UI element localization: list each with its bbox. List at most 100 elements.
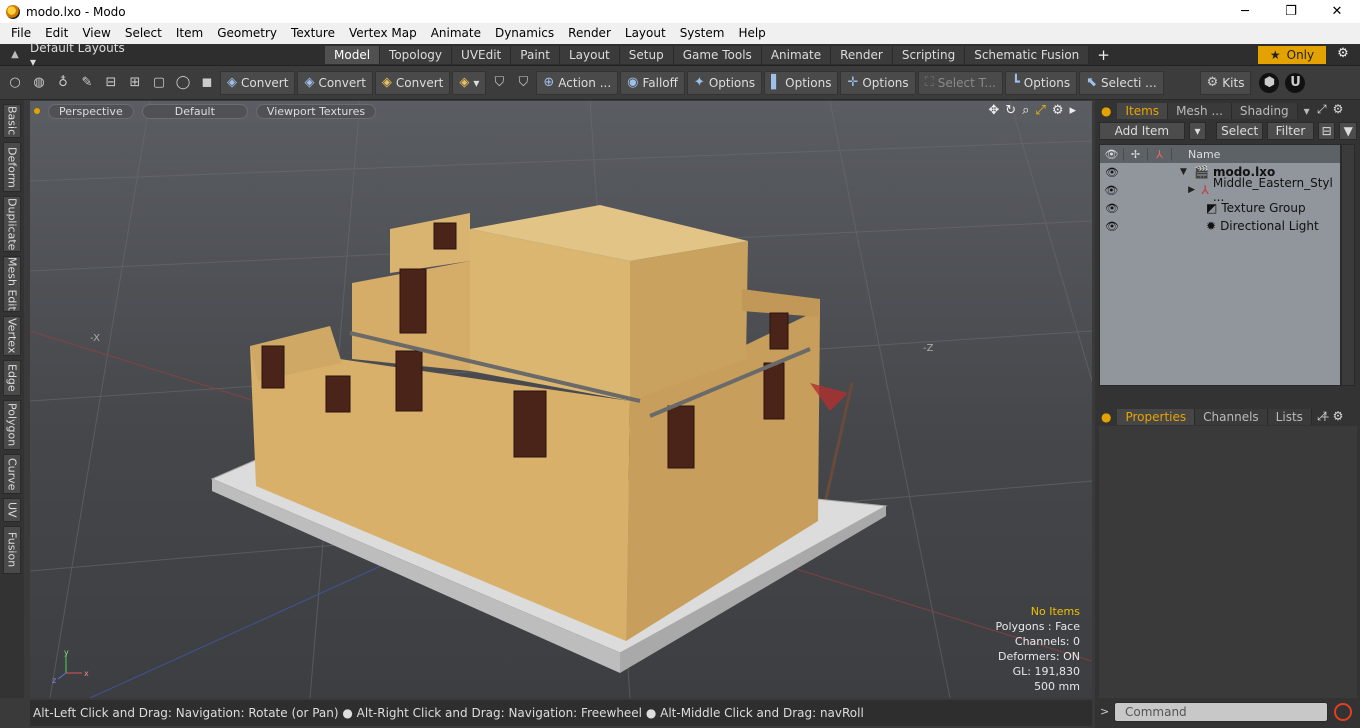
shield-icon[interactable]: ⛉ <box>488 71 510 95</box>
expand-icon[interactable]: ▶ <box>1188 185 1197 195</box>
options-button-3[interactable]: ✛ Options <box>840 70 916 95</box>
tab-render[interactable]: Render <box>831 46 893 64</box>
vtab-uv[interactable]: UV <box>3 498 21 522</box>
selection-sets-button[interactable]: ⬉ Selecti ... <box>1079 70 1164 95</box>
pan-icon[interactable]: ✥ <box>988 103 999 118</box>
minimize-button[interactable]: ─ <box>1222 0 1268 23</box>
component-mode-dropdown[interactable]: ◈ ▾ <box>452 70 487 95</box>
vtab-fusion[interactable]: Fusion <box>3 526 21 574</box>
falloff-button[interactable]: ◉ Falloff <box>620 70 685 95</box>
tab-shading[interactable]: Shading <box>1231 103 1298 119</box>
panel-gear-icon[interactable]: ⚙ <box>1333 409 1344 424</box>
convert-button-1[interactable]: ◈ Convert <box>220 70 296 95</box>
square-icon[interactable]: ▢ <box>148 71 170 95</box>
zoom-icon[interactable]: ⌕ <box>1022 103 1029 118</box>
action-center-button[interactable]: ⊕ Action ... <box>536 70 619 95</box>
options-button-4[interactable]: ┗ Options <box>1004 70 1078 95</box>
tab-paint[interactable]: Paint <box>511 46 560 64</box>
tab-mesh[interactable]: Mesh ... <box>1168 103 1232 119</box>
eye-icon[interactable]: 👁 <box>1100 184 1123 197</box>
name-column-header[interactable]: Name <box>1172 148 1220 161</box>
record-icon[interactable] <box>1334 703 1352 721</box>
vtab-duplicate[interactable]: Duplicate <box>3 196 21 252</box>
panel-gear-icon[interactable]: ⚙ <box>1333 102 1344 117</box>
tab-topology[interactable]: Topology <box>380 46 453 64</box>
gear-icon[interactable]: ⚙ <box>1333 46 1353 64</box>
default-layouts-dropdown[interactable]: Default Layouts ▾ <box>30 41 130 69</box>
tab-setup[interactable]: Setup <box>619 46 674 64</box>
collapse-icon[interactable]: ⊟ <box>1317 122 1336 140</box>
eye-icon[interactable]: 👁 <box>1100 202 1124 215</box>
tab-uvedit[interactable]: UVEdit <box>452 46 512 64</box>
viewport-textures-dropdown[interactable]: Viewport Textures <box>255 103 377 119</box>
list-item[interactable]: 👁 ◩ Texture Group <box>1100 199 1340 217</box>
view-type-dropdown[interactable]: Perspective <box>48 103 134 119</box>
vtab-curve[interactable]: Curve <box>3 454 21 494</box>
circle-select-icon[interactable]: ○ <box>4 71 26 95</box>
menu-system[interactable]: System <box>673 23 732 44</box>
select-button[interactable]: Select <box>1216 122 1264 140</box>
item-list-scrollbar[interactable] <box>1341 144 1355 386</box>
shield-alt-icon[interactable]: ⛉ <box>512 71 534 95</box>
vtab-mesh-edit[interactable]: Mesh Edit <box>3 256 21 312</box>
globe-icon[interactable]: ◍ <box>28 71 50 95</box>
options-button-2[interactable]: ▌ Options <box>764 70 839 95</box>
menu-geometry[interactable]: Geometry <box>210 23 284 44</box>
kits-button[interactable]: ⚙ Kits <box>1199 70 1252 95</box>
unity-icon[interactable]: ⬢ <box>1259 72 1280 93</box>
tab-layout[interactable]: Layout <box>559 46 620 64</box>
close-button[interactable]: ✕ <box>1314 0 1360 23</box>
rotate-icon[interactable]: ↻ <box>1005 103 1016 118</box>
sphere-icon[interactable]: ◯ <box>172 71 194 95</box>
unreal-icon[interactable]: U <box>1285 72 1306 93</box>
tab-items[interactable]: Items <box>1117 103 1169 119</box>
expand-panel-icon[interactable]: ⤢ <box>1317 409 1327 424</box>
convert-button-3[interactable]: ◈ Convert <box>374 70 451 95</box>
shading-mode-dropdown[interactable]: Default <box>141 103 248 119</box>
collapse-up-icon[interactable]: ▲ <box>0 49 30 60</box>
tab-game-tools[interactable]: Game Tools <box>673 46 762 64</box>
menu-animate[interactable]: Animate <box>424 23 488 44</box>
cube-icon[interactable]: ◼ <box>196 71 218 95</box>
vtab-vertex[interactable]: Vertex <box>3 316 21 356</box>
chevron-down-icon[interactable]: ▾ <box>1298 104 1316 118</box>
tab-properties[interactable]: Properties <box>1117 409 1196 425</box>
add-item-dropdown-icon[interactable]: ▾ <box>1188 122 1207 140</box>
rectangle-icon[interactable]: ⊟ <box>100 71 122 95</box>
lock-column-icon[interactable]: ✢ <box>1124 147 1148 161</box>
eye-icon[interactable]: 👁 <box>1100 220 1124 233</box>
tab-scripting[interactable]: Scripting <box>892 46 966 64</box>
fit-icon[interactable]: ⤢ <box>1035 103 1045 118</box>
command-input[interactable]: Command <box>1114 702 1328 722</box>
menu-texture[interactable]: Texture <box>284 23 342 44</box>
3d-viewport[interactable]: -X -Z Perspective Default Viewport Textu… <box>30 101 1092 698</box>
lasso-icon[interactable]: ♁ <box>52 71 74 95</box>
menu-item[interactable]: Item <box>169 23 210 44</box>
brush-icon[interactable]: ✎ <box>76 71 98 95</box>
menu-vertex-map[interactable]: Vertex Map <box>342 23 424 44</box>
vtab-basic[interactable]: Basic <box>3 104 21 138</box>
viewport-gear-icon[interactable]: ⚙ <box>1052 103 1064 118</box>
menu-layout[interactable]: Layout <box>618 23 673 44</box>
vtab-edge[interactable]: Edge <box>3 360 21 396</box>
filter-button[interactable]: Filter <box>1267 122 1314 140</box>
tab-model[interactable]: Model <box>325 46 381 64</box>
vtab-deform[interactable]: Deform <box>3 142 21 192</box>
select-through-button[interactable]: ⛶ Select T... <box>917 70 1003 95</box>
locator-column-icon[interactable]: ⅄ <box>1148 147 1172 161</box>
tab-schematic-fusion[interactable]: Schematic Fusion <box>965 46 1090 64</box>
tab-lists[interactable]: Lists <box>1267 409 1312 425</box>
menu-render[interactable]: Render <box>561 23 618 44</box>
menu-help[interactable]: Help <box>731 23 772 44</box>
tab-channels[interactable]: Channels <box>1195 409 1268 425</box>
options-button-1[interactable]: ✦ Options <box>686 70 763 95</box>
add-tab-button[interactable]: + <box>1089 46 1118 64</box>
vtab-polygon[interactable]: Polygon <box>3 400 21 450</box>
menu-dynamics[interactable]: Dynamics <box>488 23 561 44</box>
tab-animate[interactable]: Animate <box>761 46 832 64</box>
list-item[interactable]: 👁 ✹ Directional Light <box>1100 217 1340 235</box>
eye-icon[interactable]: 👁 <box>1100 166 1124 179</box>
visibility-column-icon[interactable]: 👁 <box>1100 147 1124 161</box>
add-item-button[interactable]: Add Item <box>1099 122 1185 140</box>
only-toggle[interactable]: ★ Only <box>1258 46 1326 64</box>
